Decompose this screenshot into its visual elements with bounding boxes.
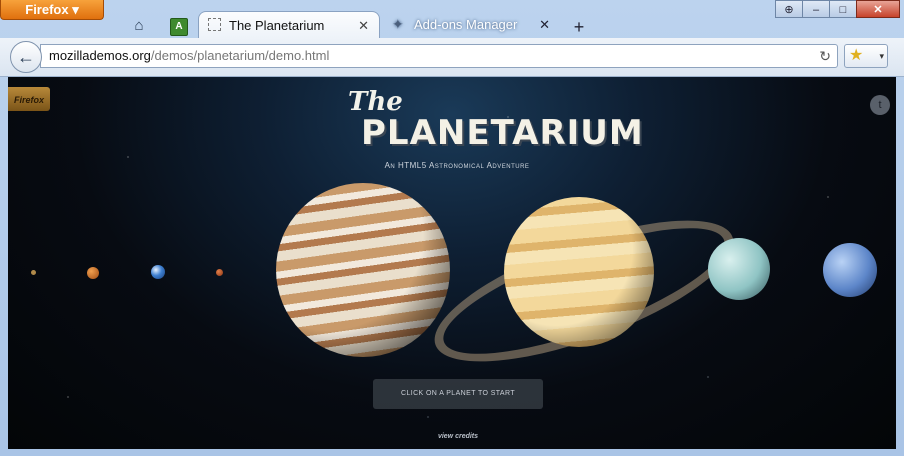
planet-mars[interactable]	[216, 269, 223, 276]
chevron-down-icon[interactable]: ▾	[879, 48, 884, 64]
planet-mercury[interactable]	[31, 270, 36, 275]
app-tab-icon: A	[170, 18, 188, 36]
planet-jupiter[interactable]	[276, 183, 450, 357]
bookmarks-button[interactable]: ★ ▾	[844, 44, 888, 68]
new-tab-button[interactable]: +	[568, 16, 590, 38]
planet-earth[interactable]	[151, 265, 165, 279]
url-host: mozillademos.org	[49, 48, 151, 63]
close-tab-icon[interactable]: ✕	[358, 12, 369, 39]
page-title: PLANETARIUM	[361, 113, 644, 153]
page-icon	[208, 18, 221, 31]
view-credits-link[interactable]: view credits	[418, 433, 498, 440]
planet-uranus[interactable]	[708, 238, 770, 300]
home-icon[interactable]: ⌂	[126, 14, 152, 38]
tab-planetarium[interactable]: The Planetarium ✕	[198, 11, 380, 38]
page-content: Firefox t The PLANETARIUM An HTML5 Astro…	[8, 77, 896, 449]
browser-window: Firefox ▾ ⊕ – □ ✕ ⌂ A The Planetarium ✕ …	[0, 0, 904, 456]
url-bar[interactable]: mozillademos.org/demos/planetarium/demo.…	[40, 44, 838, 68]
star-icon[interactable]: ★	[849, 46, 863, 66]
tab-addons-manager[interactable]: ✦ Add-ons Manager ✕	[384, 11, 560, 38]
reload-icon[interactable]: ↻	[819, 45, 831, 67]
tab-label: The Planetarium	[229, 18, 325, 33]
firefox-ribbon[interactable]: Firefox	[8, 87, 50, 111]
page-subtitle: An HTML5 Astronomical Adventure	[384, 161, 530, 170]
puzzle-piece-icon: ✦	[392, 16, 404, 32]
tab-label: Add-ons Manager	[414, 17, 518, 32]
planet-neptune[interactable]	[823, 243, 877, 297]
tab-strip: ⌂ A The Planetarium ✕ ✦ Add-ons Manager …	[0, 8, 904, 38]
twitter-icon[interactable]: t	[870, 95, 890, 115]
back-button[interactable]: ←	[10, 41, 42, 73]
planet-venus[interactable]	[87, 267, 99, 279]
app-tab[interactable]: A	[166, 14, 190, 38]
planet-saturn[interactable]	[504, 197, 654, 347]
url-path: /demos/planetarium/demo.html	[150, 48, 330, 63]
navigation-bar: mozillademos.org/demos/planetarium/demo.…	[0, 38, 904, 77]
close-tab-icon[interactable]: ✕	[539, 11, 550, 38]
start-button[interactable]: CLICK ON A PLANET TO START	[373, 379, 543, 409]
